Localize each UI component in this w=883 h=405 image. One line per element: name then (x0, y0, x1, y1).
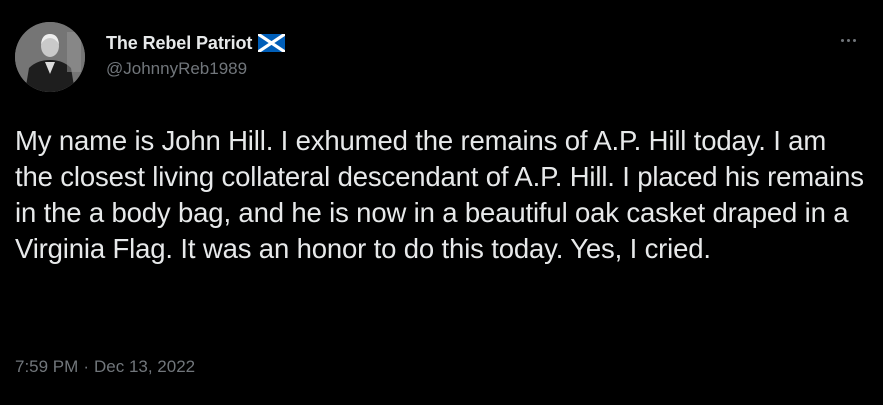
tweet-time[interactable]: 7:59 PM (15, 357, 78, 377)
dot-icon (840, 38, 844, 42)
tweet-card[interactable]: The Rebel Patriot @JohnnyReb1989 My name… (0, 0, 883, 405)
tweet-timestamp[interactable]: 7:59 PM · Dec 13, 2022 (15, 357, 195, 377)
dot-icon (846, 38, 850, 42)
meta-separator: · (83, 357, 89, 376)
author-avatar[interactable] (15, 22, 85, 92)
more-options-icon[interactable] (835, 32, 861, 48)
avatar-photo (15, 22, 85, 92)
author-handle[interactable]: @JohnnyReb1989 (106, 59, 285, 79)
dot-icon (852, 38, 856, 42)
tweet-text: My name is John Hill. I exhumed the rema… (15, 125, 864, 264)
scotland-flag-icon (257, 32, 287, 54)
author-display-name[interactable]: The Rebel Patriot (106, 33, 252, 54)
author-block[interactable]: The Rebel Patriot @JohnnyReb1989 (106, 31, 287, 79)
tweet-date[interactable]: Dec 13, 2022 (94, 357, 195, 377)
display-name-row: The Rebel Patriot (106, 31, 287, 55)
